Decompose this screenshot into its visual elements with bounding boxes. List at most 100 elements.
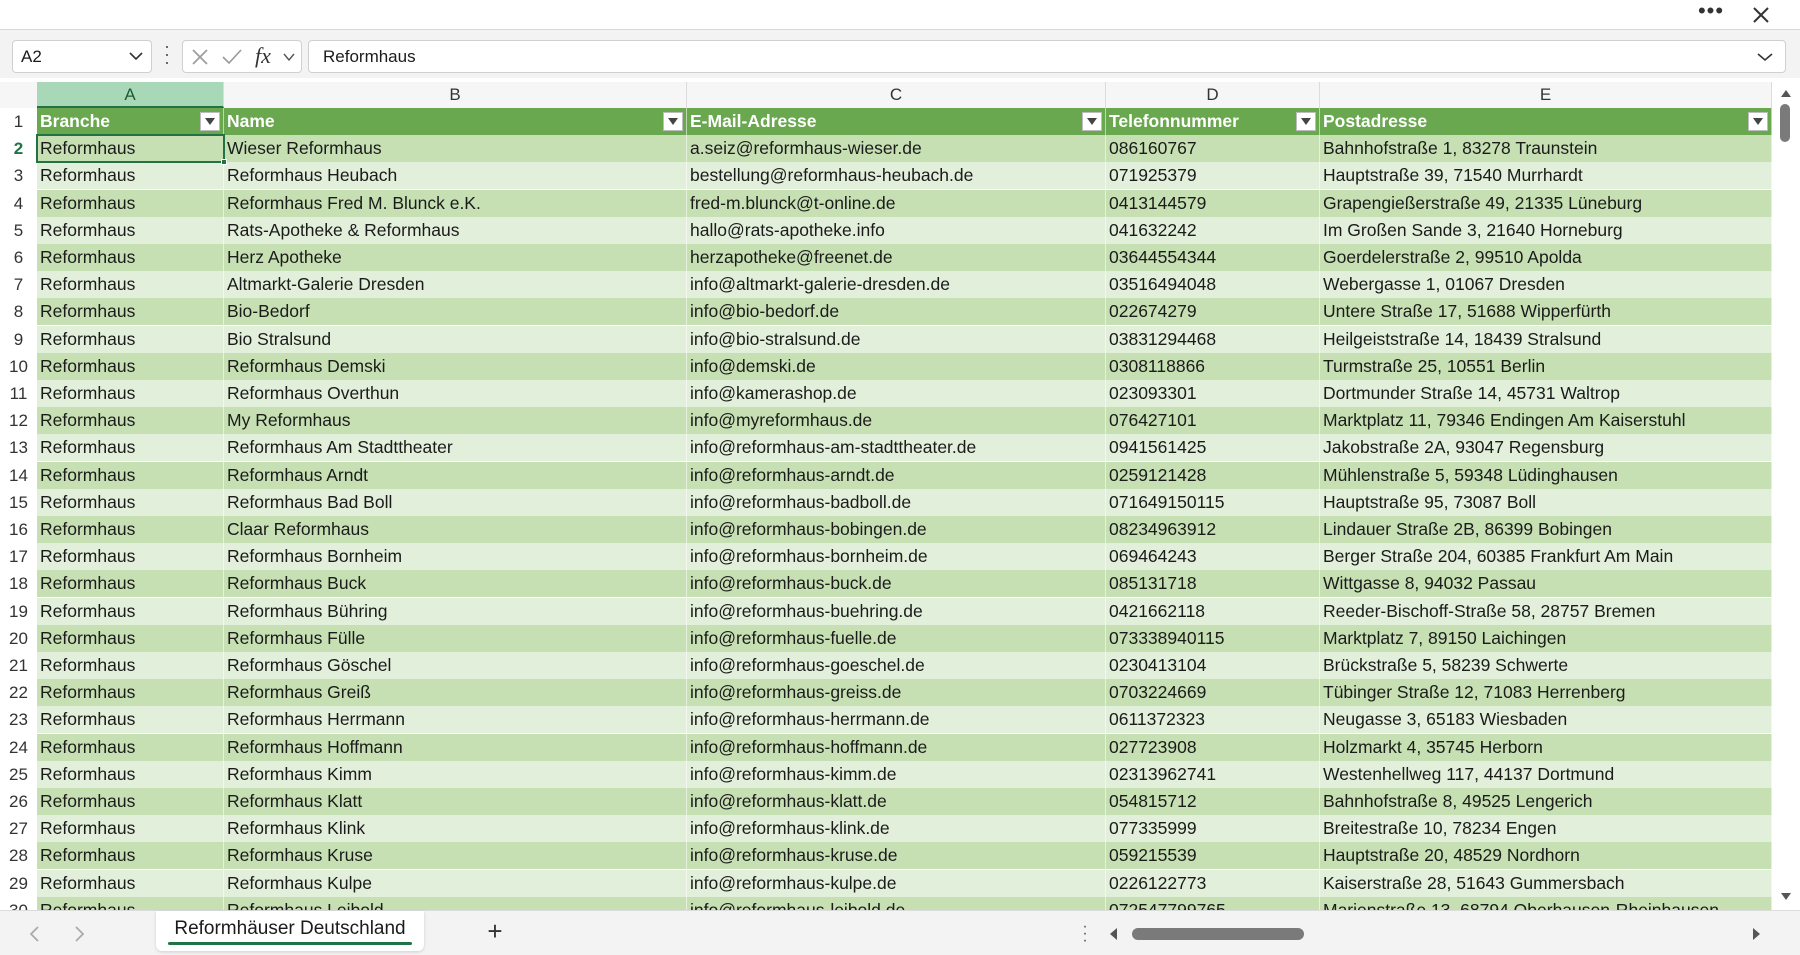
row-header[interactable]: 22: [0, 679, 37, 707]
table-cell[interactable]: Reformhaus: [37, 624, 224, 652]
table-cell[interactable]: fred-m.blunck@t-online.de: [687, 189, 1106, 217]
table-cell[interactable]: info@reformhaus-kimm.de: [687, 760, 1106, 788]
insert-function-icon[interactable]: fx: [255, 43, 271, 69]
table-cell[interactable]: Reformhaus Leibold: [224, 896, 687, 910]
table-cell[interactable]: Reformhaus: [37, 652, 224, 679]
row-header[interactable]: 12: [0, 407, 37, 435]
table-cell[interactable]: Claar Reformhaus: [224, 516, 687, 543]
table-cell[interactable]: Reformhaus: [37, 135, 224, 163]
table-cell[interactable]: 0421662118: [1106, 597, 1320, 625]
vertical-scrollbar[interactable]: [1772, 82, 1800, 910]
table-cell[interactable]: 071649150115: [1106, 488, 1320, 516]
row-header[interactable]: 13: [0, 434, 37, 462]
table-cell[interactable]: 0703224669: [1106, 679, 1320, 707]
table-cell[interactable]: info@kamerashop.de: [687, 380, 1106, 407]
scroll-up-icon[interactable]: [1780, 88, 1792, 98]
vertical-dots-icon[interactable]: · · ·: [1080, 919, 1090, 949]
table-cell[interactable]: info@reformhaus-greiss.de: [687, 679, 1106, 707]
table-cell[interactable]: Rats-Apotheke & Reformhaus: [224, 216, 687, 244]
table-cell[interactable]: Turmstraße 25, 10551 Berlin: [1320, 352, 1772, 380]
chevron-down-icon[interactable]: [283, 53, 295, 61]
row-header[interactable]: 27: [0, 815, 37, 843]
header-cell[interactable]: Telefonnummer: [1106, 108, 1320, 135]
row-header[interactable]: 3: [0, 162, 37, 190]
column-header-d[interactable]: D: [1106, 82, 1320, 108]
table-cell[interactable]: Reformhaus Heubach: [224, 162, 687, 190]
table-cell[interactable]: Reformhaus Kulpe: [224, 869, 687, 897]
table-cell[interactable]: info@reformhaus-arndt.de: [687, 461, 1106, 489]
table-cell[interactable]: 03516494048: [1106, 271, 1320, 299]
table-cell[interactable]: Reformhaus: [37, 461, 224, 489]
table-cell[interactable]: Reformhaus: [37, 162, 224, 190]
scroll-left-icon[interactable]: [1108, 927, 1118, 941]
table-cell[interactable]: Reformhaus: [37, 543, 224, 571]
row-header[interactable]: 16: [0, 516, 37, 543]
table-cell[interactable]: Reformhaus: [37, 896, 224, 910]
vertical-scroll-thumb[interactable]: [1780, 104, 1790, 142]
row-header[interactable]: 29: [0, 869, 37, 897]
table-cell[interactable]: Westenhellweg 117, 44137 Dortmund: [1320, 760, 1772, 788]
table-cell[interactable]: Bahnhofstraße 8, 49525 Lengerich: [1320, 788, 1772, 815]
table-cell[interactable]: 02313962741: [1106, 760, 1320, 788]
table-cell[interactable]: 0611372323: [1106, 706, 1320, 734]
table-cell[interactable]: info@bio-stralsund.de: [687, 325, 1106, 353]
table-cell[interactable]: Reformhaus Hoffmann: [224, 733, 687, 761]
row-header[interactable]: 4: [0, 189, 37, 217]
scroll-down-icon[interactable]: [1780, 892, 1792, 902]
table-cell[interactable]: 072547799765: [1106, 896, 1320, 910]
table-cell[interactable]: info@reformhaus-badboll.de: [687, 488, 1106, 516]
table-cell[interactable]: 0259121428: [1106, 461, 1320, 489]
table-cell[interactable]: Reformhaus: [37, 679, 224, 707]
table-cell[interactable]: info@reformhaus-bobingen.de: [687, 516, 1106, 543]
table-cell[interactable]: 086160767: [1106, 135, 1320, 163]
table-cell[interactable]: info@reformhaus-buehring.de: [687, 597, 1106, 625]
table-cell[interactable]: 023093301: [1106, 380, 1320, 407]
table-cell[interactable]: Reformhaus Bornheim: [224, 543, 687, 571]
table-cell[interactable]: Goerdelerstraße 2, 99510 Apolda: [1320, 244, 1772, 271]
table-cell[interactable]: Reformhaus: [37, 597, 224, 625]
table-cell[interactable]: Reformhaus: [37, 434, 224, 462]
table-cell[interactable]: Dortmunder Straße 14, 45731 Waltrop: [1320, 380, 1772, 407]
row-header[interactable]: 5: [0, 216, 37, 244]
table-cell[interactable]: 0230413104: [1106, 652, 1320, 679]
scroll-right-icon[interactable]: [1752, 927, 1762, 941]
table-cell[interactable]: Herz Apotheke: [224, 244, 687, 271]
table-cell[interactable]: Reformhaus Arndt: [224, 461, 687, 489]
table-cell[interactable]: Reformhaus Bühring: [224, 597, 687, 625]
table-cell[interactable]: 0941561425: [1106, 434, 1320, 462]
table-cell[interactable]: 03644554344: [1106, 244, 1320, 271]
filter-dropdown-icon[interactable]: [1082, 112, 1102, 131]
table-cell[interactable]: Bio Stralsund: [224, 325, 687, 353]
expand-formula-icon[interactable]: [1757, 52, 1773, 62]
table-cell[interactable]: Reformhaus: [37, 706, 224, 734]
table-cell[interactable]: info@reformhaus-fuelle.de: [687, 624, 1106, 652]
row-header[interactable]: 24: [0, 733, 37, 761]
header-cell[interactable]: Name: [224, 108, 687, 135]
table-cell[interactable]: 041632242: [1106, 216, 1320, 244]
table-cell[interactable]: Reformhaus Kruse: [224, 842, 687, 870]
select-all-corner[interactable]: [0, 82, 37, 108]
column-header-a[interactable]: A: [37, 82, 224, 108]
row-header[interactable]: 28: [0, 842, 37, 870]
table-cell[interactable]: My Reformhaus: [224, 407, 687, 435]
table-cell[interactable]: Hauptstraße 95, 73087 Boll: [1320, 488, 1772, 516]
table-cell[interactable]: Reformhaus: [37, 488, 224, 516]
table-cell[interactable]: info@reformhaus-herrmann.de: [687, 706, 1106, 734]
table-cell[interactable]: info@reformhaus-klink.de: [687, 815, 1106, 843]
table-cell[interactable]: info@reformhaus-leibold.de: [687, 896, 1106, 910]
row-header[interactable]: 18: [0, 570, 37, 598]
row-header[interactable]: 25: [0, 760, 37, 788]
table-cell[interactable]: Reformhaus Kimm: [224, 760, 687, 788]
table-cell[interactable]: Bahnhofstraße 1, 83278 Traunstein: [1320, 135, 1772, 163]
header-cell[interactable]: E-Mail-Adresse: [687, 108, 1106, 135]
table-cell[interactable]: Brückstraße 5, 58239 Schwerte: [1320, 652, 1772, 679]
table-cell[interactable]: Heilgeiststraße 14, 18439 Stralsund: [1320, 325, 1772, 353]
table-cell[interactable]: 022674279: [1106, 298, 1320, 326]
table-cell[interactable]: Hauptstraße 20, 48529 Nordhorn: [1320, 842, 1772, 870]
table-cell[interactable]: 071925379: [1106, 162, 1320, 190]
vertical-dots-icon[interactable]: · · ·: [162, 37, 172, 71]
table-cell[interactable]: Reformhaus Klink: [224, 815, 687, 843]
table-cell[interactable]: Reformhaus: [37, 298, 224, 326]
table-cell[interactable]: Wieser Reformhaus: [224, 135, 687, 163]
table-cell[interactable]: info@reformhaus-am-stadttheater.de: [687, 434, 1106, 462]
